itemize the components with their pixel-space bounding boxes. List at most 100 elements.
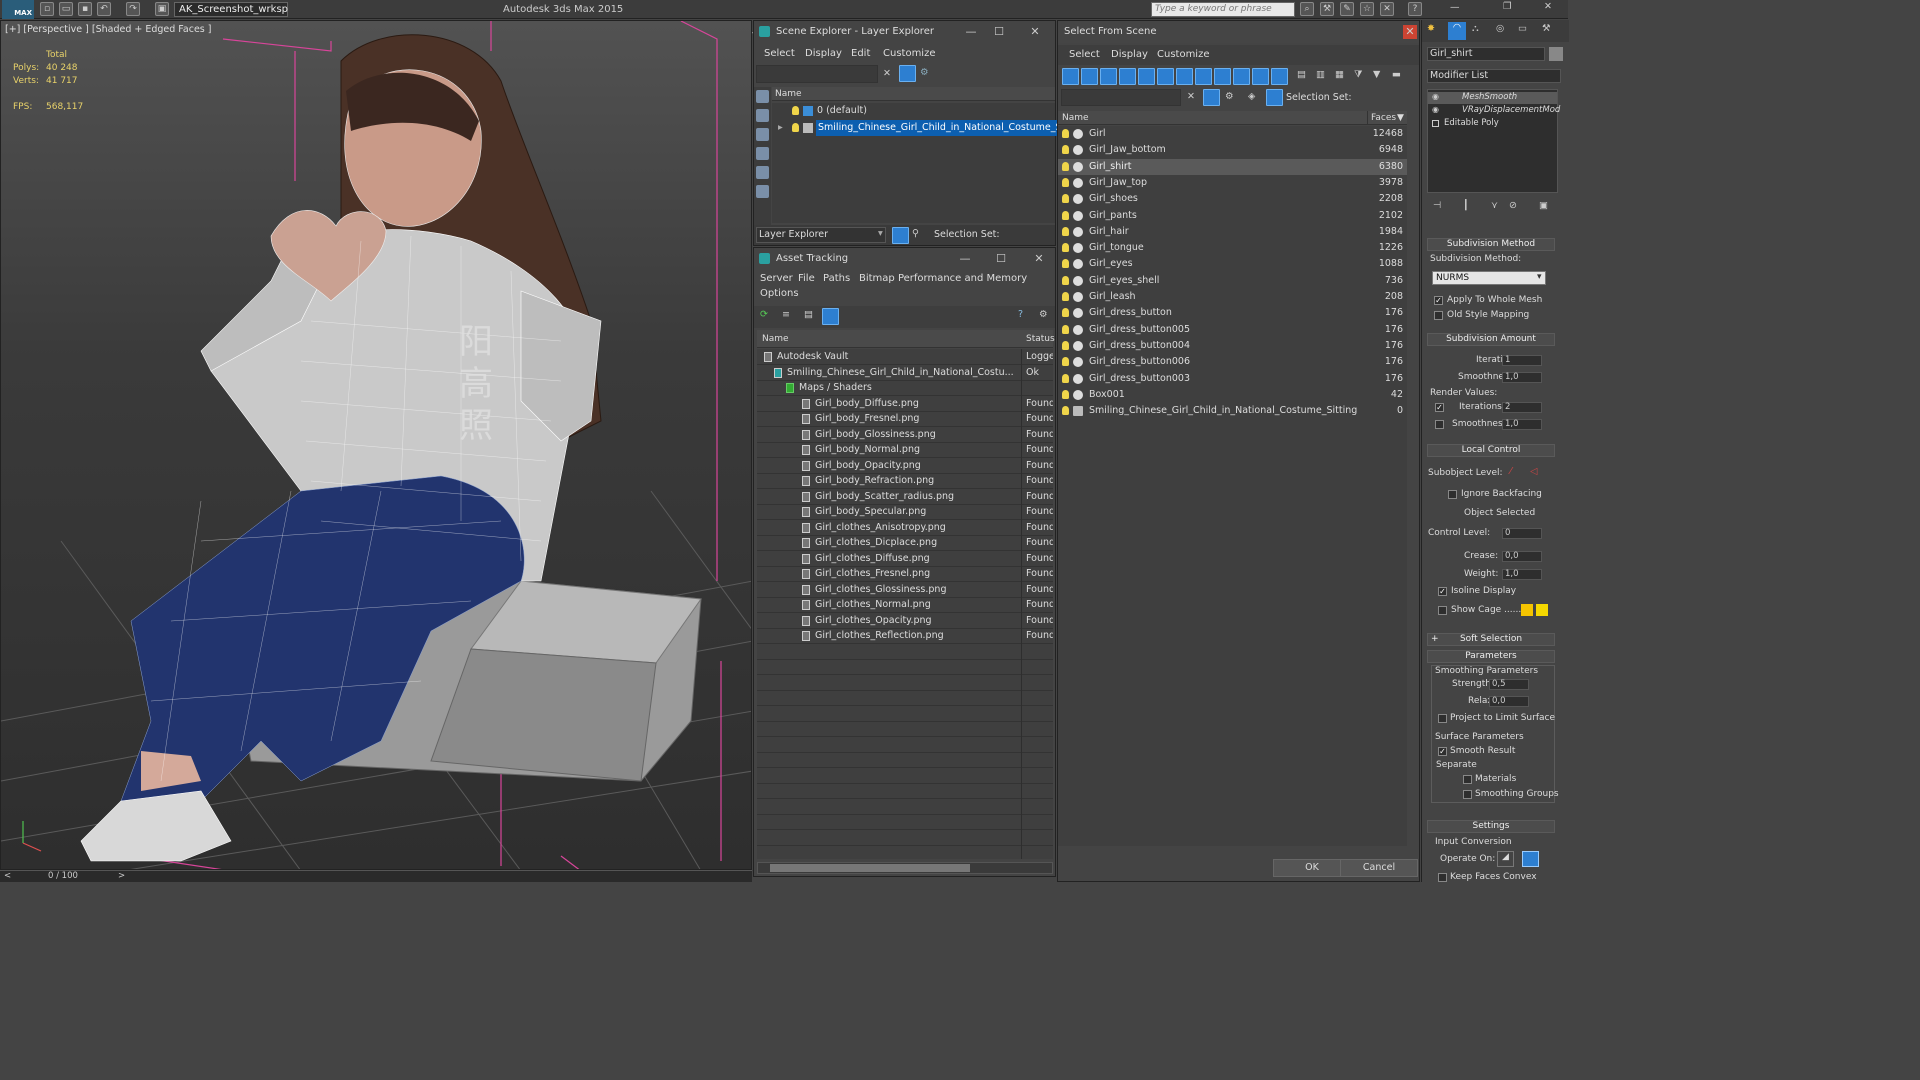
render-smoothness-spinner[interactable]: 1,0 [1502,419,1542,430]
find-options-icon[interactable]: ⚙ [920,67,929,78]
lightbulb-icon[interactable] [1062,259,1069,269]
separate-smoothing-groups-checkbox[interactable] [1463,790,1472,799]
scrollbar-thumb[interactable] [770,864,970,872]
menu-options[interactable]: Options [760,285,799,303]
favorites-star-icon[interactable]: ☆ [1360,2,1374,16]
asset-tracking-titlebar[interactable]: Asset Tracking — ☐ ✕ [754,248,1055,270]
save-file-icon[interactable]: ▪ [78,2,92,16]
lightbulb-icon[interactable] [792,123,799,132]
none-filter-icon[interactable]: ▥ [1316,69,1325,80]
rollout-subdivision-method[interactable]: Subdivision Method [1427,238,1555,251]
menu-edit[interactable]: Edit [851,45,870,63]
subscription-icon[interactable]: ⚒ [1320,2,1334,16]
perspective-viewport[interactable]: 阳 高 照 [+] [Perspective ] [Shaded + Edged… [0,20,752,870]
open-file-icon[interactable]: ▭ [59,2,73,16]
scene-filter-input[interactable] [756,65,878,83]
menu-customize[interactable]: Customize [1157,45,1210,65]
asset-row[interactable]: Girl_body_Glossiness.png Found [757,427,1053,443]
lightbulb-icon[interactable] [1062,389,1069,399]
project-limit-checkbox[interactable] [1438,714,1447,723]
cancel-button[interactable]: Cancel [1340,859,1418,877]
stack-item[interactable]: ◉ MeshSmooth [1428,92,1557,104]
menu-select[interactable]: Select [764,45,795,63]
maximize-window-icon[interactable]: ❐ [1503,1,1517,12]
modify-tab-icon[interactable]: ◠ [1448,22,1466,40]
weight-spinner[interactable]: 1,0 [1502,569,1542,580]
bones-filter-icon[interactable] [1214,68,1231,85]
pin-stack-icon[interactable]: ⊣ [1433,200,1441,211]
asset-row[interactable]: Girl_clothes_Diffuse.png Found [757,551,1053,567]
containers-filter-icon[interactable] [1233,68,1250,85]
sync-selection-icon[interactable] [756,166,769,179]
lights-filter-icon[interactable] [1100,68,1117,85]
lightbulb-icon[interactable] [1062,324,1069,334]
lightbulb-icon[interactable]: ◉ [1432,92,1439,101]
menu-display[interactable]: Display [1111,45,1148,65]
lightbulb-icon[interactable] [1062,275,1069,285]
binoculars-icon[interactable]: ⌕ [1300,2,1314,16]
remove-modifier-icon[interactable]: ⊘ [1509,200,1517,211]
layer-row[interactable]: 0 (default) [772,103,1055,119]
frozen-filter-icon[interactable] [1252,68,1269,85]
layers-icon[interactable]: ◈ [1248,91,1255,102]
object-name-field[interactable]: Girl_shirt [1427,47,1545,61]
filter-toggle-icon[interactable] [1203,89,1220,106]
smoothness-spinner[interactable]: 1,0 [1502,372,1542,383]
relax-spinner[interactable]: 0,0 [1489,696,1529,707]
menu-paths[interactable]: Paths [823,270,850,288]
lightbulb-icon[interactable] [1062,292,1069,301]
maximize-icon[interactable]: ☐ [987,21,1011,43]
explorer-type-dropdown[interactable]: Layer Explorer [756,227,886,243]
table-view-icon[interactable] [822,308,839,325]
create-tab-icon[interactable]: ✸ [1427,23,1435,34]
object-row[interactable]: Girl_hair 1984 [1058,224,1407,240]
workspace-selector[interactable]: AK_Screenshot_wrksp [174,2,288,17]
space-warps-filter-icon[interactable] [1157,68,1174,85]
xrefs-filter-icon[interactable] [1195,68,1212,85]
isoline-display-checkbox[interactable]: ✓ [1438,587,1447,596]
collapse-icon[interactable]: ▬ [1392,69,1401,80]
display-influences-icon[interactable] [756,128,769,141]
viewport-label[interactable]: [+] [Perspective ] [Shaded + Edged Faces… [5,24,211,35]
asset-row[interactable]: Girl_clothes_Glossiness.png Found [757,582,1053,598]
lightbulb-icon[interactable] [792,106,799,115]
menu-customize[interactable]: Customize [883,45,936,63]
asset-row[interactable]: Girl_body_Normal.png Found [757,442,1053,458]
lightbulb-icon[interactable] [1062,194,1069,204]
filter-toggle-icon[interactable] [899,65,916,82]
asset-row[interactable]: Girl_body_Scatter_radius.png Found [757,489,1053,505]
cage-color-swatch-1[interactable] [1521,604,1533,616]
object-row[interactable]: Girl_leash 208 [1058,289,1407,305]
expand-box-icon[interactable] [1432,120,1439,127]
column-name[interactable]: Name [1062,111,1089,125]
lightbulb-icon[interactable] [1062,210,1069,220]
object-row[interactable]: Girl_dress_button003 176 [1058,371,1407,387]
display-children-icon[interactable] [756,109,769,122]
object-color-swatch[interactable] [1549,47,1563,61]
rollout-soft-selection[interactable]: + Soft Selection [1427,633,1555,646]
sort-icon[interactable] [756,90,769,103]
menu-display[interactable]: Display [805,45,842,63]
asset-row[interactable]: Maps / Shaders [757,380,1053,396]
asset-row[interactable]: Girl_clothes_Opacity.png Found [757,613,1053,629]
clear-filter-icon[interactable]: ✕ [1187,91,1195,102]
maximize-icon[interactable]: ☐ [989,248,1013,270]
stack-item[interactable]: ◉ VRayDisplacementMod [1428,105,1560,117]
close-search-icon[interactable]: ✕ [1380,2,1394,16]
display-tab-icon[interactable]: ▭ [1518,23,1527,34]
helpers-filter-icon[interactable] [1138,68,1155,85]
search-input[interactable]: Type a keyword or phrase [1151,2,1295,17]
asset-row[interactable]: Autodesk Vault Logged [757,349,1053,365]
render-iterations-spinner[interactable]: 2 [1502,402,1542,413]
asset-row[interactable]: Girl_body_Opacity.png Found [757,458,1053,474]
app-logo[interactable]: MAX [2,0,34,19]
menu-file[interactable]: File [798,270,815,288]
asset-row[interactable]: Girl_body_Refraction.png Found [757,473,1053,489]
render-iterations-checkbox[interactable]: ✓ [1435,403,1444,412]
smooth-result-checkbox[interactable]: ✓ [1438,747,1447,756]
rollout-subdivision-amount[interactable]: Subdivision Amount [1427,333,1555,346]
old-style-mapping-checkbox[interactable] [1434,311,1443,320]
control-level-spinner[interactable]: 0 [1502,528,1542,539]
object-row[interactable]: Girl_eyes_shell 736 [1058,273,1407,289]
iterations-spinner[interactable]: 1 [1502,355,1542,366]
